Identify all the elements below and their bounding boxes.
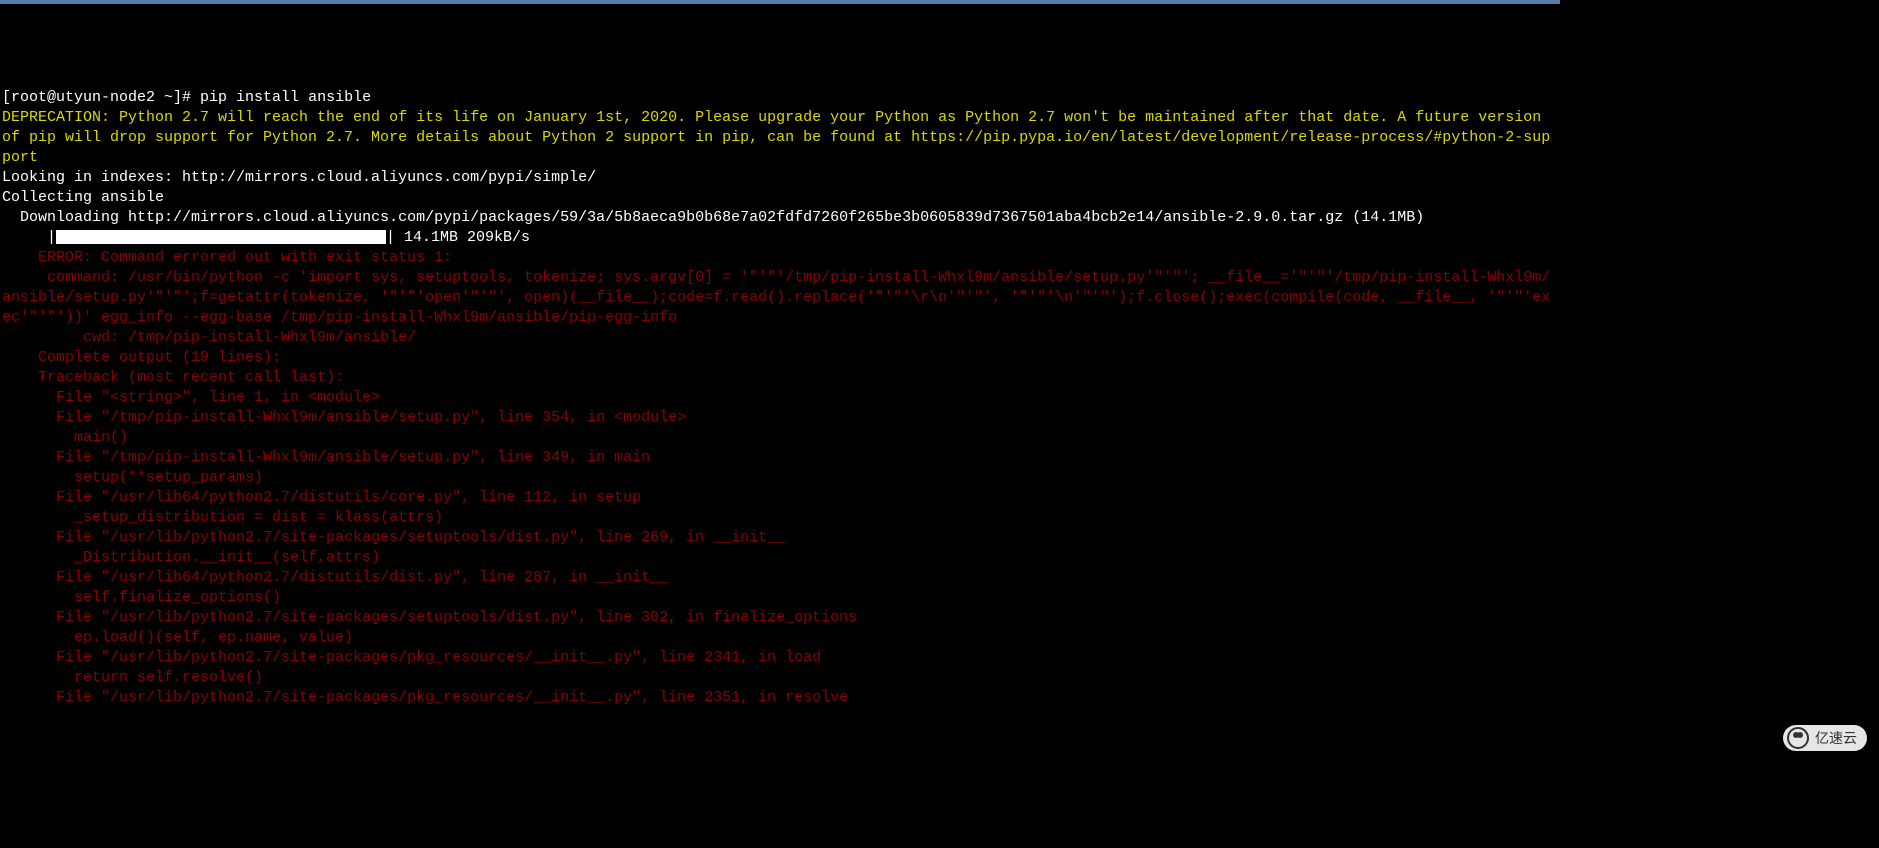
- downloading-line: Downloading http://mirrors.cloud.aliyunc…: [2, 208, 1558, 228]
- watermark-badge: 亿速云: [1783, 725, 1867, 751]
- deprecation-warning: DEPRECATION: Python 2.7 will reach the e…: [2, 108, 1558, 168]
- error-line-6: File "/tmp/pip-install-Whxl9m/ansible/se…: [2, 408, 1558, 428]
- error-line-7: main(): [2, 428, 1558, 448]
- error-line-12: File "/usr/lib/python2.7/site-packages/s…: [2, 528, 1558, 548]
- error-line-19: return self.resolve(): [2, 668, 1558, 688]
- error-line-2: cwd: /tmp/pip-install-Whxl9m/ansible/: [2, 328, 1558, 348]
- error-line-8: File "/tmp/pip-install-Whxl9m/ansible/se…: [2, 448, 1558, 468]
- error-line-16: File "/usr/lib/python2.7/site-packages/s…: [2, 608, 1558, 628]
- collecting-line: Collecting ansible: [2, 188, 1558, 208]
- terminal-output: [root@utyun-node2 ~]# pip install ansibl…: [2, 88, 1558, 708]
- error-line-17: ep.load()(self, ep.name, value): [2, 628, 1558, 648]
- error-line-13: _Distribution.__init__(self,attrs): [2, 548, 1558, 568]
- error-line-10: File "/usr/lib64/python2.7/distutils/cor…: [2, 488, 1558, 508]
- watermark-logo-icon: [1787, 727, 1809, 749]
- watermark-text: 亿速云: [1815, 728, 1857, 748]
- progress-suffix: | 14.1MB 209kB/s: [386, 229, 530, 246]
- error-line-5: File "<string>", line 1, in <module>: [2, 388, 1558, 408]
- shell-prompt: [root@utyun-node2 ~]#: [2, 89, 200, 106]
- progress-prefix: |: [2, 229, 56, 246]
- error-line-4: Traceback (most recent call last):: [2, 368, 1558, 388]
- error-line-20: File "/usr/lib/python2.7/site-packages/p…: [2, 688, 1558, 708]
- error-line-11: _setup_distribution = dist = klass(attrs…: [2, 508, 1558, 528]
- looking-in-indexes: Looking in indexes: http://mirrors.cloud…: [2, 168, 1558, 188]
- progress-line: | | 14.1MB 209kB/s: [2, 228, 1558, 248]
- error-line-18: File "/usr/lib/python2.7/site-packages/p…: [2, 648, 1558, 668]
- error-line-1: command: /usr/bin/python -c 'import sys,…: [2, 268, 1558, 328]
- error-line-9: setup(**setup_params): [2, 468, 1558, 488]
- prompt-line: [root@utyun-node2 ~]# pip install ansibl…: [2, 88, 1558, 108]
- error-line-14: File "/usr/lib64/python2.7/distutils/dis…: [2, 568, 1558, 588]
- error-line-3: Complete output (19 lines):: [2, 348, 1558, 368]
- error-line-0: ERROR: Command errored out with exit sta…: [2, 248, 1558, 268]
- error-line-15: self.finalize_options(): [2, 588, 1558, 608]
- command-text[interactable]: pip install ansible: [200, 89, 371, 106]
- progress-bar: [56, 230, 386, 244]
